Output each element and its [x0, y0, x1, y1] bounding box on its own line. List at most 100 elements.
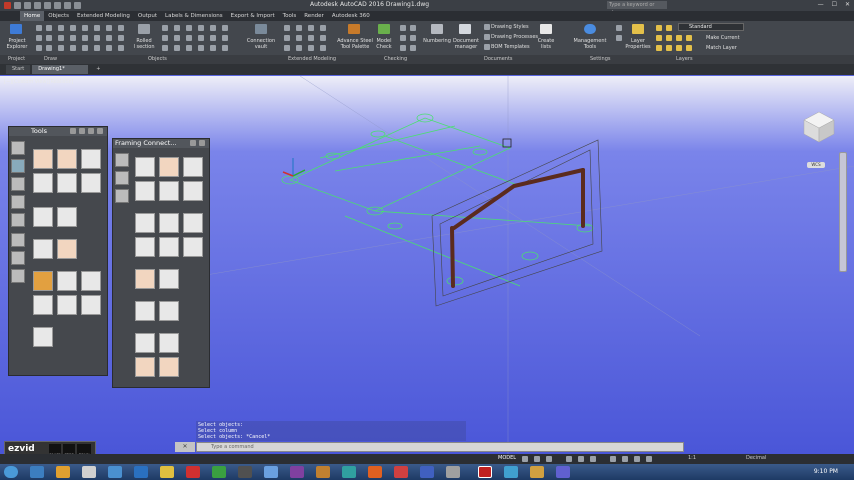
connection-tool-5[interactable]	[57, 173, 77, 193]
tab-objects[interactable]: Objects	[44, 11, 73, 21]
palette-tab-3[interactable]	[11, 177, 25, 191]
framing-tool-14[interactable]	[159, 269, 179, 289]
management-tools-icon[interactable]	[584, 24, 596, 34]
framing-tool-7[interactable]	[135, 213, 155, 233]
palette-properties-icon[interactable]	[70, 128, 76, 134]
tab-drawing1[interactable]: Drawing1*	[32, 65, 89, 74]
viewcube[interactable]	[800, 108, 838, 146]
framing-palette-header[interactable]: Framing Connect...	[113, 139, 209, 148]
wcs-menu[interactable]: WCS	[807, 162, 825, 168]
units-dropdown[interactable]: Decimal	[746, 455, 766, 461]
taskbar-app-13[interactable]	[342, 466, 356, 478]
connection-vault-icon[interactable]	[255, 24, 267, 34]
ast-palette-button[interactable]: Advance Steel Tool Palette	[336, 38, 374, 50]
tab-extended-modeling[interactable]: Extended Modeling	[73, 11, 134, 21]
palette-tab-6[interactable]	[11, 233, 25, 247]
make-current-button[interactable]: Make Current	[706, 35, 740, 41]
numbering-button[interactable]: Numbering	[422, 38, 452, 44]
taskbar-app-19[interactable]	[504, 466, 518, 478]
connection-tool-14[interactable]	[33, 295, 53, 315]
start-button[interactable]	[4, 466, 18, 478]
connection-tool-16[interactable]	[81, 295, 101, 315]
app-menu-icon[interactable]	[4, 2, 11, 9]
new-icon[interactable]	[14, 2, 21, 9]
palette-tab-5[interactable]	[11, 213, 25, 227]
layer-dropdown[interactable]: Standard	[678, 23, 744, 31]
palette-autohide-icon[interactable]	[79, 128, 85, 134]
ast-palette-icon[interactable]	[348, 24, 360, 34]
taskbar-app-7[interactable]	[186, 466, 200, 478]
framing-tool-2[interactable]	[159, 157, 179, 177]
taskbar-app-15[interactable]	[394, 466, 408, 478]
framing-tool-16[interactable]	[159, 301, 179, 321]
rolled-section-button[interactable]: Rolled I section	[130, 38, 158, 50]
taskbar-app-5[interactable]	[134, 466, 148, 478]
taskbar-app-16[interactable]	[420, 466, 434, 478]
connection-vault-button[interactable]: Connection vault	[244, 38, 278, 50]
print-icon[interactable]	[54, 2, 61, 9]
taskbar-autocad[interactable]	[478, 466, 492, 478]
framing-tool-11[interactable]	[159, 237, 179, 257]
connection-tool-12[interactable]	[57, 271, 77, 291]
command-close-icon[interactable]: ✕	[175, 442, 195, 452]
framing-tool-20[interactable]	[159, 357, 179, 377]
drawing-processes-button[interactable]: Drawing Processes	[491, 34, 538, 40]
connection-tool-8[interactable]	[57, 207, 77, 227]
taskbar-app-20[interactable]	[530, 466, 544, 478]
framing-tool-1[interactable]	[135, 157, 155, 177]
framing-tab-1[interactable]	[115, 153, 129, 167]
taskbar-app-3[interactable]	[82, 466, 96, 478]
model-check-button[interactable]: Model Check	[374, 38, 394, 50]
management-tools-button[interactable]: Management Tools	[570, 38, 610, 50]
minimize-icon[interactable]: —	[818, 1, 824, 8]
search-input[interactable]: Type a keyword or phrase	[607, 1, 667, 16]
framing-tab-3[interactable]	[115, 189, 129, 203]
match-layer-button[interactable]: Match Layer	[706, 45, 737, 51]
save-icon[interactable]	[34, 2, 41, 9]
palette-tab-7[interactable]	[11, 251, 25, 265]
tab-autodesk-360[interactable]: Autodesk 360	[328, 11, 374, 21]
new-tab-button[interactable]: +	[90, 65, 106, 74]
taskbar-app-21[interactable]	[556, 466, 570, 478]
connection-tool-9[interactable]	[33, 239, 53, 259]
framing-tool-15[interactable]	[135, 301, 155, 321]
palette-minimize-icon[interactable]	[88, 128, 94, 134]
model-check-icon[interactable]	[378, 24, 390, 34]
taskbar-app-8[interactable]	[212, 466, 226, 478]
maximize-icon[interactable]: ☐	[832, 1, 837, 8]
framing-tool-4[interactable]	[135, 181, 155, 201]
tab-home[interactable]: Home	[20, 11, 45, 21]
taskbar-app-17[interactable]	[446, 466, 460, 478]
taskbar-app-1[interactable]	[30, 466, 44, 478]
bom-templates-button[interactable]: BOM Templates	[491, 44, 530, 50]
project-explorer-icon[interactable]	[10, 24, 22, 34]
palette-tab-8[interactable]	[11, 269, 25, 283]
open-icon[interactable]	[24, 2, 31, 9]
tab-export-import[interactable]: Export & Import	[227, 11, 279, 21]
connection-tool-13[interactable]	[81, 271, 101, 291]
framing-tool-9[interactable]	[183, 213, 203, 233]
taskbar-app-2[interactable]	[56, 466, 70, 478]
document-manager-button[interactable]: Document manager	[451, 38, 481, 50]
redo-icon[interactable]	[74, 2, 81, 9]
close-icon[interactable]: ✕	[845, 1, 850, 8]
taskbar-clock[interactable]: 9:10 PM	[814, 468, 838, 475]
framing-tool-19[interactable]	[135, 357, 155, 377]
taskbar-app-12[interactable]	[316, 466, 330, 478]
connection-tool-15[interactable]	[57, 295, 77, 315]
model-space-button[interactable]: MODEL	[498, 455, 516, 461]
taskbar-app-10[interactable]	[264, 466, 278, 478]
panel-layers[interactable]: Layers	[676, 55, 693, 64]
panel-checking[interactable]: Checking	[384, 55, 407, 64]
tools-palette-header[interactable]: Tools	[9, 127, 107, 136]
document-manager-icon[interactable]	[459, 24, 471, 34]
taskbar-app-6[interactable]	[160, 466, 174, 478]
framing-tool-18[interactable]	[159, 333, 179, 353]
connection-tool-11[interactable]	[33, 271, 53, 291]
save-as-icon[interactable]	[44, 2, 51, 9]
connection-tool-2[interactable]	[57, 149, 77, 169]
framing-tool-13[interactable]	[135, 269, 155, 289]
tab-start[interactable]: Start	[6, 65, 31, 74]
project-explorer-button[interactable]: Project Explorer	[4, 38, 30, 50]
create-lists-icon[interactable]	[540, 24, 552, 34]
